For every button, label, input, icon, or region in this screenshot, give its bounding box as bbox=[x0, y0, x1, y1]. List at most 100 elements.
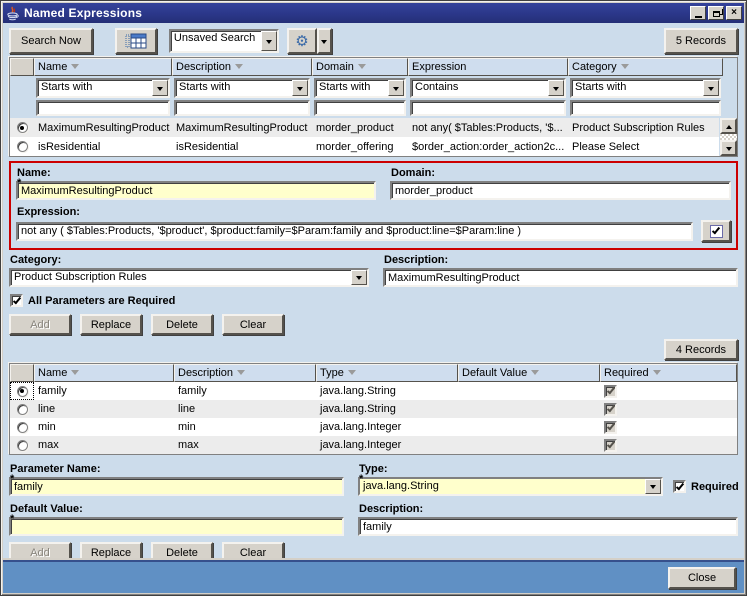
param-description-label: Description: bbox=[358, 501, 738, 517]
row-select-radio[interactable] bbox=[17, 141, 28, 152]
restore-icon bbox=[713, 11, 720, 17]
dropdown-button[interactable] bbox=[351, 270, 367, 285]
minimize-button[interactable] bbox=[690, 6, 706, 20]
dropdown-button[interactable] bbox=[703, 80, 719, 96]
column-header-category[interactable]: Category bbox=[568, 58, 723, 76]
description-filter-input[interactable] bbox=[174, 100, 310, 116]
param-select-radio[interactable] bbox=[17, 404, 28, 415]
name-filter-op-select[interactable]: Starts with bbox=[36, 78, 170, 98]
column-header-domain[interactable]: Domain bbox=[312, 58, 408, 76]
category-filter-op-select[interactable]: Starts with bbox=[570, 78, 721, 98]
dropdown-button[interactable] bbox=[152, 80, 168, 96]
param-column-required[interactable]: Required bbox=[600, 364, 737, 382]
filter-operator-row: Starts with Starts with Starts with Cont… bbox=[10, 76, 737, 100]
filter-icon bbox=[348, 370, 356, 379]
clear-parameter-button[interactable]: Clear bbox=[222, 542, 284, 558]
table-row[interactable]: MaximumResultingProduct MaximumResulting… bbox=[10, 118, 719, 137]
delete-expression-button[interactable]: Delete bbox=[151, 314, 213, 335]
filter-icon bbox=[71, 64, 79, 73]
table-row[interactable]: isResidential isResidential morder_offer… bbox=[10, 137, 719, 156]
validate-expression-button[interactable] bbox=[701, 220, 731, 242]
dropdown-button[interactable] bbox=[548, 80, 564, 96]
vertical-scrollbar[interactable] bbox=[720, 118, 737, 156]
parameter-row[interactable]: line line java.lang.String bbox=[10, 400, 737, 418]
domain-filter-op-select[interactable]: Starts with bbox=[314, 78, 406, 98]
name-filter-input[interactable] bbox=[36, 100, 170, 116]
all-parameters-required-checkbox[interactable] bbox=[10, 294, 23, 307]
column-header-description[interactable]: Description bbox=[172, 58, 312, 76]
results-record-count: 5 Records bbox=[664, 28, 738, 54]
table-header-row: Name Description Domain Expression Categ… bbox=[10, 58, 737, 76]
scroll-up-button[interactable] bbox=[720, 118, 737, 134]
dropdown-button[interactable] bbox=[645, 479, 661, 494]
row-select-radio[interactable] bbox=[17, 122, 28, 133]
replace-parameter-button[interactable]: Replace bbox=[80, 542, 142, 558]
param-column-default-value[interactable]: Default Value bbox=[458, 364, 600, 382]
domain-input[interactable] bbox=[390, 181, 731, 200]
parameter-row[interactable]: max max java.lang.Integer bbox=[10, 436, 737, 454]
table-columns-icon bbox=[125, 33, 147, 49]
chevron-down-icon bbox=[356, 276, 362, 283]
settings-button[interactable]: ⚙ bbox=[287, 28, 317, 54]
category-select[interactable]: Product Subscription Rules bbox=[9, 268, 369, 287]
expression-actions: Add Replace Delete Clear bbox=[9, 314, 738, 335]
settings-menu-button[interactable] bbox=[317, 28, 332, 54]
filter-icon bbox=[235, 64, 243, 73]
name-input[interactable] bbox=[16, 181, 376, 200]
parameter-name-input[interactable] bbox=[9, 477, 344, 496]
description-input[interactable] bbox=[383, 268, 738, 287]
category-filter-input[interactable] bbox=[570, 100, 721, 116]
required-marker: * bbox=[359, 473, 363, 485]
type-select[interactable]: java.lang.String bbox=[358, 477, 663, 496]
chevron-down-icon bbox=[650, 485, 656, 492]
clear-expression-button[interactable]: Clear bbox=[222, 314, 284, 335]
column-header-name[interactable]: Name bbox=[34, 58, 172, 76]
saved-search-dropdown-button[interactable] bbox=[261, 31, 277, 51]
footer-bar: Close bbox=[3, 560, 744, 593]
chevron-up-icon bbox=[726, 122, 732, 129]
expression-detail-highlight: Name: * Domain: Expression: bbox=[9, 161, 738, 250]
param-select-radio[interactable] bbox=[17, 386, 28, 397]
column-header-expression[interactable]: Expression bbox=[408, 58, 568, 76]
parameter-actions: Add Replace Delete Clear bbox=[9, 542, 738, 558]
replace-expression-button[interactable]: Replace bbox=[80, 314, 142, 335]
domain-filter-input[interactable] bbox=[314, 100, 406, 116]
restore-button[interactable] bbox=[708, 6, 724, 20]
dropdown-button[interactable] bbox=[292, 80, 308, 96]
required-checkbox bbox=[604, 385, 617, 398]
parameter-row[interactable]: family family java.lang.String bbox=[10, 382, 737, 400]
default-value-input[interactable] bbox=[9, 517, 344, 536]
required-label: Required bbox=[691, 481, 739, 493]
delete-parameter-button[interactable]: Delete bbox=[151, 542, 213, 558]
dropdown-button[interactable] bbox=[388, 80, 404, 96]
param-select-radio[interactable] bbox=[17, 440, 28, 451]
close-button[interactable]: Close bbox=[668, 567, 736, 589]
saved-search-select[interactable]: Unsaved Search bbox=[169, 29, 279, 53]
expression-filter-op-select[interactable]: Contains bbox=[410, 78, 566, 98]
param-description-input[interactable] bbox=[358, 517, 738, 536]
param-select-radio[interactable] bbox=[17, 422, 28, 433]
add-expression-button: Add bbox=[9, 314, 71, 335]
parameters-table: Name Description Type Default Value Requ… bbox=[9, 363, 738, 455]
required-marker: * bbox=[17, 177, 21, 189]
filter-icon bbox=[71, 370, 79, 379]
search-now-button[interactable]: Search Now bbox=[9, 28, 93, 54]
required-checkbox[interactable] bbox=[673, 480, 686, 493]
filter-icon bbox=[531, 370, 539, 379]
filter-icon bbox=[621, 64, 629, 73]
expression-label: Expression: bbox=[16, 204, 731, 220]
scroll-down-button[interactable] bbox=[720, 140, 737, 156]
required-marker: * bbox=[10, 513, 14, 525]
expression-filter-input[interactable] bbox=[410, 100, 566, 116]
param-column-type[interactable]: Type bbox=[316, 364, 458, 382]
required-checkbox bbox=[604, 421, 617, 434]
checkbox-icon bbox=[710, 225, 723, 238]
expression-input[interactable] bbox=[16, 222, 693, 241]
selector-column-header bbox=[10, 58, 34, 76]
column-configure-button[interactable] bbox=[115, 28, 157, 54]
description-filter-op-select[interactable]: Starts with bbox=[174, 78, 310, 98]
param-column-description[interactable]: Description bbox=[174, 364, 316, 382]
param-column-name[interactable]: Name bbox=[34, 364, 174, 382]
close-window-button[interactable]: × bbox=[726, 6, 742, 20]
parameter-row[interactable]: min min java.lang.Integer bbox=[10, 418, 737, 436]
